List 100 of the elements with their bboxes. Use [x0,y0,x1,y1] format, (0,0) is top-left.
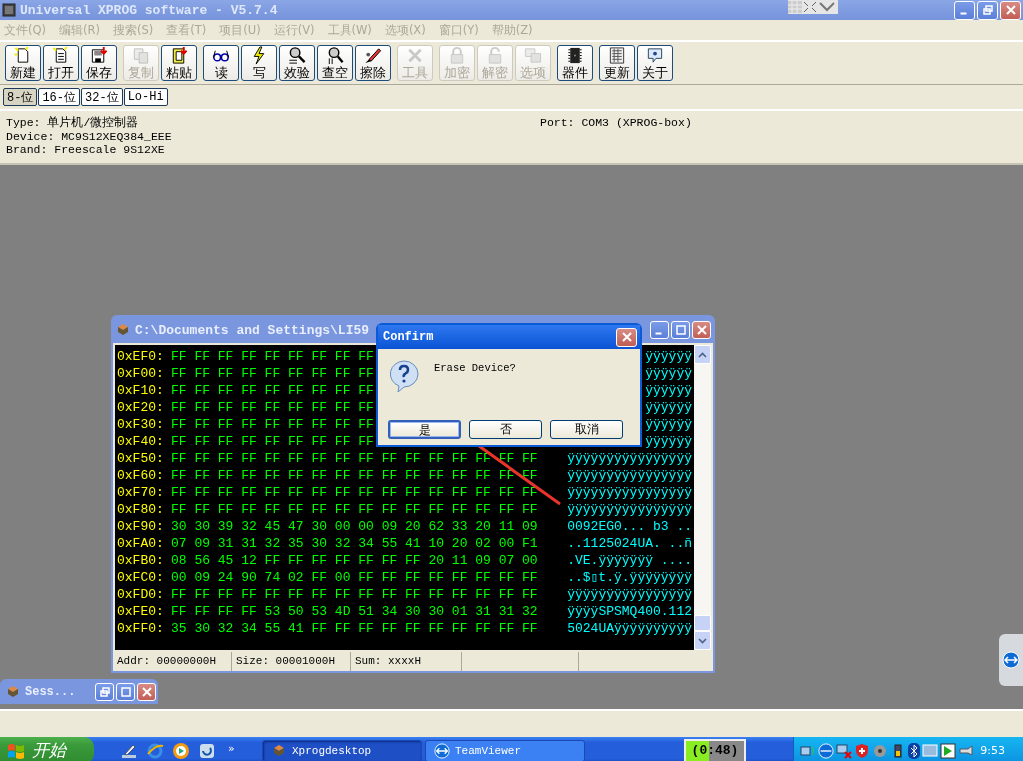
clock: 9:53 [980,744,1005,757]
toolbar-button[interactable]: 新建 [5,45,41,81]
ascii-text: ÿÿÿÿÿÿÿÿÿÿÿÿÿÿÿÿ [567,484,692,501]
pen-icon[interactable] [120,742,138,759]
toolbar-button[interactable]: 查空 [317,45,353,81]
scroll-up-icon[interactable] [698,351,707,358]
hex-bytes: 07 09 31 31 32 35 30 32 34 55 41 10 20 02 00 F1 [171,535,538,552]
minimize-button[interactable] [954,0,975,20]
taskbar-button[interactable]: TeamViewer [425,739,585,761]
hex-bytes: 00 09 24 90 74 02 FF 00 FF FF FF FF FF FF FF FF [171,569,538,586]
scroll-thumb[interactable] [694,615,711,631]
toolbar-button[interactable]: 读 [203,45,239,81]
view-tab[interactable]: 32-位 [81,88,123,106]
hex-bytes: FF FF FF FF 53 50 53 4D 51 34 30 30 01 31 31 32 [171,603,538,620]
restore-button[interactable] [977,0,998,20]
address-label: 0xFB0: [117,552,165,569]
hex-bytes: FF FF FF FF FF FF FF FF FF [171,433,374,450]
minimize-button[interactable] [650,321,669,339]
view-tab[interactable]: 16-位 [38,88,80,106]
toolbar-button[interactable]: 更新 [599,45,635,81]
windows-logo-icon [6,741,26,760]
hex-bytes: FF FF FF FF FF FF FF FF FF [171,365,374,382]
remote-control-icon[interactable] [818,742,834,759]
expand-icon[interactable] [803,1,817,13]
restore-button[interactable] [95,682,114,701]
toolbar-button[interactable]: 打开 [43,45,79,81]
toolbar-button[interactable]: 效验 [279,45,315,81]
address-label: 0xF50: [117,450,165,467]
chip-icon [271,743,287,758]
status-field: Size: 00001000H [232,652,351,671]
toolbar-button[interactable]: 粘贴 [161,45,197,81]
address-label: 0xF40: [117,433,165,450]
close-button[interactable] [1000,0,1021,20]
hex-bytes: FF FF FF FF FF FF FF FF FF [171,416,374,433]
hex-bytes: 35 30 32 34 55 41 FF FF FF FF FF FF FF FF FF FF [171,620,538,637]
side-panel-tab[interactable] [999,634,1023,686]
toolbar-button[interactable]: 写 [241,45,277,81]
ascii-text: ..1125024UA. ..ñ [567,535,692,552]
window-title: Sess... [25,684,76,699]
bluetooth-icon[interactable] [908,742,920,759]
ascii-text: ..$▯t.ÿ.ÿÿÿÿÿÿÿÿ [567,569,692,586]
scroll-down-icon[interactable] [698,637,707,644]
overflow-chevron[interactable]: » [228,741,235,755]
remote-control-icon [434,742,450,759]
magnifier-icon [287,46,307,65]
network-icon[interactable] [836,742,852,759]
dialog-button[interactable]: 取消 [550,420,623,439]
maximize-button[interactable] [671,321,690,339]
media-player-icon[interactable] [172,741,190,760]
remote-control-icon [1002,651,1020,669]
address-label: 0xF60: [117,467,165,484]
view-tab[interactable]: Lo-Hi [123,88,168,106]
dialog-button[interactable]: 是 [388,420,461,439]
chip-icon [115,323,131,337]
ascii-text: .VE.ÿÿÿÿÿÿÿ .... [567,552,692,569]
ascii-text: 0092EG0... b3 .. [567,518,692,535]
port-label: Port: COM3 (XPROG-box) [540,116,692,131]
minimize-icon [655,331,662,335]
chevron-icon[interactable] [818,1,836,13]
address-label: 0xFE0: [117,603,165,620]
browser-icon[interactable] [146,741,164,760]
window-title: Universal XPROG software - V5.7.4 [20,2,278,18]
shield-icon[interactable] [854,742,870,759]
address-label: 0xFF0: [117,620,165,637]
close-button[interactable] [616,327,637,347]
chip-icon [5,684,21,699]
view-tab[interactable]: 8-位 [3,88,38,106]
restore-icon [982,5,993,15]
address-label: 0xF80: [117,501,165,518]
toolbar-button[interactable]: 擦除 [355,45,391,81]
device-icon[interactable] [958,742,974,759]
info-line: Brand: Freescale 9S12XE [6,143,166,157]
scrollbar[interactable] [694,345,711,650]
speech-bubble-icon [645,46,665,65]
hex-bytes: FF FF FF FF FF FF FF FF FF FF FF FF FF FF FF FF [171,501,538,518]
hex-bytes: FF FF FF FF FF FF FF FF FF [171,399,374,416]
toolbar-button[interactable]: 器件 [557,45,593,81]
hex-bytes: FF FF FF FF FF FF FF FF FF [171,382,374,399]
close-button[interactable] [692,321,711,339]
ascii-text: ÿÿÿÿÿÿÿÿÿÿÿÿÿÿÿÿ [567,501,692,518]
address-label: 0xFD0: [117,586,165,603]
maximize-icon [675,325,686,335]
taskbar-button[interactable]: Xprogdesktop [262,739,422,761]
dialog-button[interactable]: 否 [469,420,542,439]
calendar-icon [607,46,627,65]
maximize-button[interactable] [116,682,135,701]
toolbar-button[interactable]: 关于 [637,45,673,81]
toolbar-button[interactable]: 保存 [81,45,117,81]
status-field: Addr: 00000000H [113,652,232,671]
start-button[interactable]: 开始 [0,737,94,761]
ascii-text: ÿÿÿÿÿÿ [645,365,692,382]
address-label: 0xF70: [117,484,165,501]
ascii-text: ÿÿÿÿÿÿ [645,348,692,365]
copy-icon [131,46,151,65]
close-icon [696,325,707,335]
close-button[interactable] [137,682,156,701]
refresh-icon[interactable] [198,741,216,760]
hex-bytes: FF FF FF FF FF FF FF FF FF FF FF FF FF FF FF FF [171,586,538,603]
app-icon [2,3,16,17]
ascii-text: ÿÿÿÿÿÿÿÿÿÿÿÿÿÿÿÿ [567,467,692,484]
